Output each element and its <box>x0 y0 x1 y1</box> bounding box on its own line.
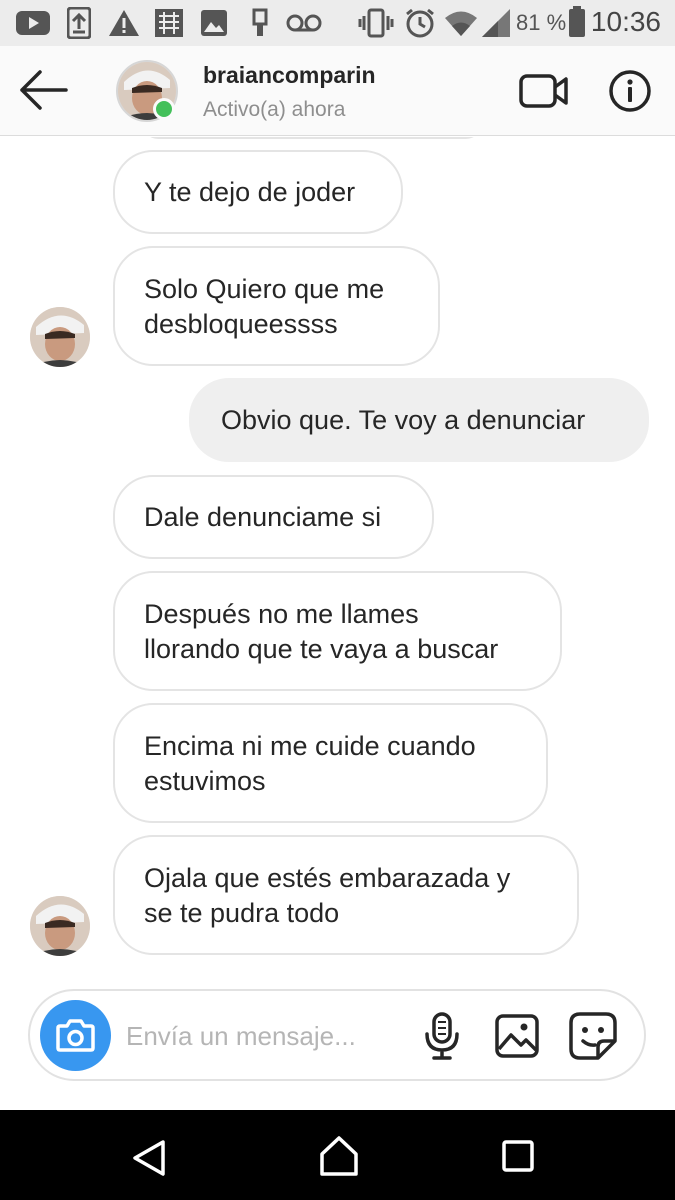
message-bubble-incoming[interactable]: Ojala que estés embarazada y se te pudra… <box>113 835 579 955</box>
nav-recents-icon[interactable] <box>502 1140 534 1172</box>
nav-back-icon[interactable] <box>130 1138 168 1178</box>
camera-icon <box>56 1019 95 1052</box>
image-icon <box>201 10 227 36</box>
vibrate-icon <box>358 8 394 38</box>
message-composer <box>28 989 646 1081</box>
presence-status: Activo(a) ahora <box>203 98 346 121</box>
wifi-icon <box>445 11 477 36</box>
profile-photo <box>30 896 90 956</box>
message-bubble-incoming[interactable]: Dale denunciame si <box>113 475 434 559</box>
online-status-dot <box>153 98 175 120</box>
message-input[interactable] <box>126 1015 416 1057</box>
sender-avatar[interactable] <box>30 896 90 956</box>
thread-username[interactable]: braiancomparin <box>203 62 376 89</box>
nav-home-icon[interactable] <box>318 1134 360 1178</box>
status-bar: 81 % 10:36 <box>0 0 675 46</box>
status-time: 10:36 <box>590 6 661 37</box>
previous-message-edge <box>142 137 482 139</box>
message-bubble-incoming[interactable]: Y te dejo de joder <box>113 150 403 234</box>
camera-button[interactable] <box>40 1000 111 1071</box>
voicemail-icon <box>286 14 322 32</box>
thread-header: braiancomparin Activo(a) ahora <box>0 46 675 136</box>
usb-icon <box>252 8 268 36</box>
cast-icon <box>155 9 183 37</box>
message-thread[interactable]: Y te dejo de joder Solo Quiero que me de… <box>0 137 675 982</box>
message-bubble-outgoing[interactable]: Obvio que. Te voy a denunciar <box>189 378 649 462</box>
system-nav-bar <box>0 1110 675 1200</box>
warning-icon <box>109 10 139 36</box>
gallery-icon[interactable] <box>494 1013 540 1059</box>
battery-icon <box>569 6 585 37</box>
message-bubble-incoming[interactable]: Encima ni me cuide cuando estuvimos <box>113 703 548 823</box>
back-arrow-icon[interactable] <box>18 68 70 112</box>
battery-percent: 81 % <box>516 10 567 35</box>
microphone-icon[interactable] <box>422 1011 462 1061</box>
sticker-icon[interactable] <box>568 1011 618 1061</box>
profile-photo <box>30 307 90 367</box>
sender-avatar[interactable] <box>30 307 90 367</box>
upload-icon <box>67 7 91 39</box>
alarm-icon <box>406 8 434 38</box>
info-icon[interactable] <box>608 69 652 113</box>
youtube-icon <box>16 11 50 35</box>
message-bubble-incoming[interactable]: Solo Quiero que me desbloqueessss <box>113 246 440 366</box>
signal-icon <box>482 9 510 37</box>
video-camera-icon[interactable] <box>519 72 569 110</box>
message-bubble-incoming[interactable]: Después no me llames llorando que te vay… <box>113 571 562 691</box>
